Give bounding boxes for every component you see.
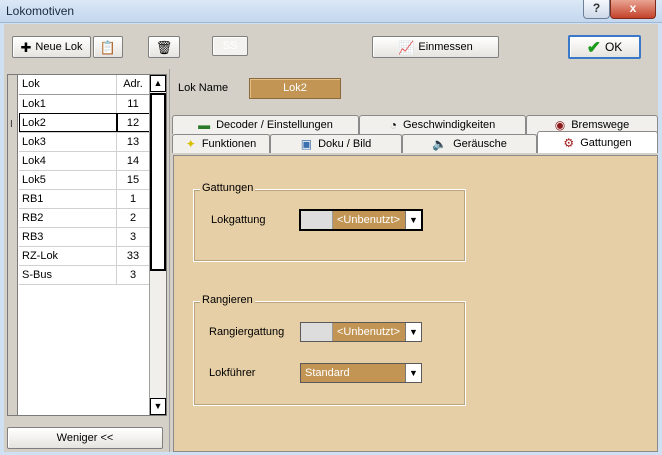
lokgattung-value: <Unbenutzt> <box>333 211 405 229</box>
gattungen-group: Gattungen Lokgattung <Unbenutzt> ▼ <box>193 182 466 262</box>
chevron-down-icon[interactable]: ▼ <box>405 364 421 382</box>
rangiergattung-swatch <box>301 323 333 341</box>
new-lok-label: Neue Lok <box>35 41 83 53</box>
lok-name-cell: Lok1 <box>19 94 117 114</box>
table-row[interactable]: Lok2 12 <box>19 113 150 133</box>
lok-name-cell: RZ-Lok <box>19 246 117 266</box>
chevron-down-icon[interactable]: ▼ <box>405 323 421 341</box>
checkmark-icon: ✔ <box>586 37 601 57</box>
gattungen-page: Gattungen Lokgattung <Unbenutzt> ▼ Rangi… <box>173 155 658 452</box>
lok-addr-cell: 33 <box>116 246 150 266</box>
tab-gattungen[interactable]: ⚙ Gattungen <box>537 131 658 153</box>
scroll-down-icon[interactable]: ▼ <box>150 398 166 415</box>
help-button[interactable]: ? <box>583 0 610 19</box>
lok-name-cell: Lok5 <box>19 170 117 190</box>
rangiergattung-value: <Unbenutzt> <box>333 323 405 341</box>
lok-addr-cell: 2 <box>116 208 150 228</box>
copy-lok-button[interactable]: 📋 <box>93 36 123 58</box>
text-cursor-icon: I <box>10 119 13 130</box>
lok-addr-cell: 12 <box>116 113 150 133</box>
tab-funktionen[interactable]: ✦ Funktionen <box>172 134 270 153</box>
tab-geschwindigkeiten[interactable]: ◔ Geschwindigkeiten <box>359 115 526 134</box>
new-lok-button[interactable]: ✚ Neue Lok <box>12 36 91 58</box>
window-title: Lokomotiven <box>6 4 75 18</box>
chevron-down-icon[interactable]: ▼ <box>405 211 421 229</box>
lokgattung-label: Lokgattung <box>211 214 266 226</box>
function-icon: ✦ <box>185 137 196 151</box>
rangiergattung-select[interactable]: <Unbenutzt> ▼ <box>300 322 422 342</box>
title-bar: Lokomotiven ? x <box>0 0 662 23</box>
table-row[interactable]: Lok4 14 <box>19 151 150 171</box>
rangieren-group-label: Rangieren <box>200 294 255 306</box>
lok-name-cell: RB1 <box>19 189 117 209</box>
table-row[interactable]: Lok5 15 <box>19 170 150 190</box>
ok-label: OK <box>604 40 623 54</box>
lokgattung-swatch <box>301 211 333 229</box>
chart-icon: 📈 <box>398 39 415 55</box>
col-header-lok[interactable]: Lok <box>19 75 117 95</box>
scroll-thumb[interactable] <box>150 93 166 271</box>
lok-addr-cell: 11 <box>116 94 150 114</box>
calibrate-button[interactable]: 📈 Einmessen <box>372 36 499 58</box>
disabled-button: SS <box>212 36 248 56</box>
image-icon: ▣ <box>300 137 313 151</box>
speaker-icon: 🔈 <box>432 137 448 151</box>
lok-addr-cell: 3 <box>116 265 150 285</box>
ok-button[interactable]: ✔ OK <box>568 35 641 59</box>
lok-addr-cell: 1 <box>116 189 150 209</box>
gauge-icon: ◔ <box>389 118 397 132</box>
list-scrollbar[interactable]: ▲ ▼ <box>149 75 166 415</box>
table-row[interactable]: Lok1 11 <box>19 94 150 114</box>
lokfuehrer-value: Standard <box>301 364 405 382</box>
lok-list[interactable]: Lok Adr. Lok1 11 Lok2 12 Lok3 13 Lok4 14 Lok5 15 R… <box>7 74 167 416</box>
lokfuehrer-select[interactable]: Standard ▼ <box>300 363 422 383</box>
lok-name-cell: Lok4 <box>19 151 117 171</box>
lok-addr-cell: 15 <box>116 170 150 190</box>
table-row[interactable]: RB2 2 <box>19 208 150 228</box>
tab-decoder[interactable]: ▬ Decoder / Einstellungen <box>172 115 359 134</box>
col-header-addr[interactable]: Adr. <box>116 75 150 95</box>
lok-table-body: Lok1 11 Lok2 12 Lok3 13 Lok4 14 Lok5 15 RB1 1 RB2 2 RB… <box>19 94 150 285</box>
trash-icon: 🗑 <box>155 39 173 55</box>
less-button[interactable]: Weniger << <box>7 427 163 449</box>
tab-geraeusche[interactable]: 🔈 Geräusche <box>402 134 537 153</box>
plus-icon: ✚ <box>20 39 32 55</box>
table-row[interactable]: Lok3 13 <box>19 132 150 152</box>
table-header: Lok Adr. <box>19 75 150 95</box>
lok-name-cell: S-Bus <box>19 265 117 285</box>
lok-name-label: Lok Name <box>178 82 229 94</box>
category-icon: ⚙ <box>563 135 575 150</box>
table-row[interactable]: RB1 1 <box>19 189 150 209</box>
close-button[interactable]: x <box>610 0 656 19</box>
lok-name-cell: RB3 <box>19 227 117 247</box>
delete-lok-button[interactable]: 🗑 <box>148 36 180 58</box>
table-row[interactable]: S-Bus 3 <box>19 265 150 285</box>
gattungen-group-label: Gattungen <box>200 182 256 194</box>
table-row[interactable]: RZ-Lok 33 <box>19 246 150 266</box>
lok-addr-cell: 13 <box>116 132 150 152</box>
lok-addr-cell: 3 <box>116 227 150 247</box>
lok-name-cell: RB2 <box>19 208 117 228</box>
calibrate-label: Einmessen <box>418 41 473 53</box>
brake-icon: ◉ <box>554 118 566 132</box>
scroll-up-icon[interactable]: ▲ <box>150 75 166 92</box>
lok-name-cell: Lok2 <box>19 113 117 133</box>
less-label: Weniger << <box>56 432 114 444</box>
lok-addr-cell: 14 <box>116 151 150 171</box>
copy-icon: 📋 <box>99 39 117 55</box>
table-row[interactable]: RB3 3 <box>19 227 150 247</box>
dialog-client: ✚ Neue Lok 📋 🗑 SS 📈 Einmessen ✔ OK Lok A… <box>4 24 658 452</box>
lokfuehrer-label: Lokführer <box>209 367 256 379</box>
rangieren-group: Rangieren Rangiergattung <Unbenutzt> ▼ L… <box>193 294 466 406</box>
lok-name-cell: Lok3 <box>19 132 117 152</box>
lok-table: Lok Adr. Lok1 11 Lok2 12 Lok3 13 Lok4 14 Lok5 15 R… <box>19 75 150 285</box>
lokgattung-select[interactable]: <Unbenutzt> ▼ <box>299 209 423 231</box>
disabled-label: SS <box>222 40 238 52</box>
lok-name-field[interactable]: Lok2 <box>249 78 341 99</box>
rangiergattung-label: Rangiergattung <box>209 326 285 338</box>
tab-doku-bild[interactable]: ▣ Doku / Bild <box>270 134 402 153</box>
decoder-icon: ▬ <box>198 118 211 132</box>
